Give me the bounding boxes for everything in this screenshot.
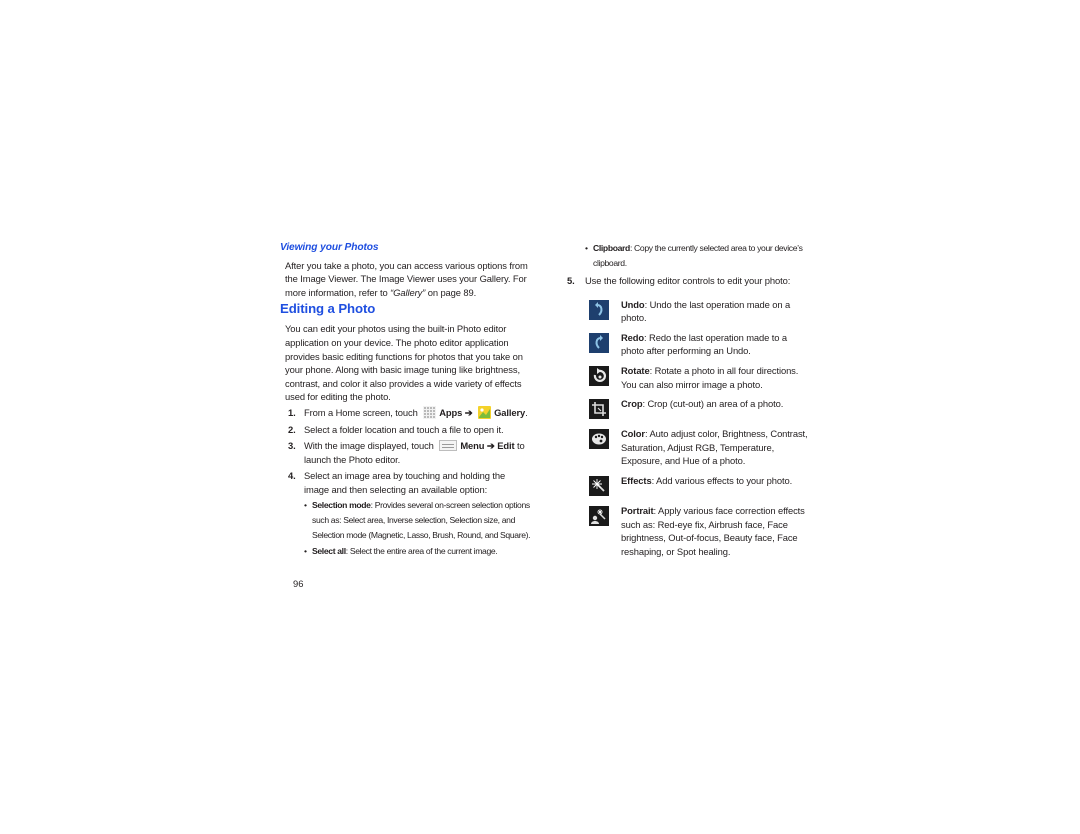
bullet-term: Select all [312,545,346,556]
left-column: Viewing your Photos After you take a pho… [280,241,532,562]
bullet-clipboard: • Clipboard: Copy the currently selected… [585,241,812,271]
step-text: Use the following editor controls to edi… [585,275,791,286]
step-3: 3. With the image displayed, touch Menu … [275,439,532,466]
bullet-term: Selection mode [312,499,371,510]
page-number: 96 [293,578,304,589]
control-term: Undo [621,298,645,310]
control-rotate: Rotate: Rotate a photo in all four direc… [567,364,812,391]
step-number: 1. [288,406,296,418]
control-term: Crop [621,398,643,410]
step-text: Select a folder location and touch a fil… [304,423,504,435]
editor-controls-list: Undo: Undo the last operation made on a … [567,298,812,559]
control-undo: Undo: Undo the last operation made on a … [567,298,812,325]
effects-wand-icon [589,475,609,496]
step-5: 5. Use the following editor controls to … [567,274,812,288]
viewing-suffix: on page 89. [425,286,477,298]
bullet-dot: • [304,499,307,510]
control-term: Rotate [621,364,650,376]
editing-paragraph: You can edit your photos using the built… [285,323,523,403]
apps-grid-icon [423,405,437,419]
step-text: With the image displayed, touch [304,440,434,452]
bullet-dot: • [585,243,588,253]
control-color: Color: Auto adjust color, Brightness, Co… [567,427,812,468]
redo-icon [589,332,609,353]
color-palette-icon [589,429,609,450]
bullet-selection-mode: • Selection mode: Provides several on-sc… [304,498,532,543]
control-term: Redo [621,331,645,343]
step-end: . [525,406,528,418]
portrait-icon [589,505,609,526]
clipboard-bullet-wrap: • Clipboard: Copy the currently selected… [567,241,812,271]
control-portrait: Portrait: Apply various face correction … [567,504,812,558]
step-number: 4. [288,470,296,482]
arrow-icon: ➔ [486,440,495,452]
step-number: 5. [567,275,575,286]
gallery-reference-link[interactable]: “Gallery” [390,287,425,298]
control-term: Portrait [621,504,654,516]
control-desc: : Undo the last operation made on a phot… [621,298,791,324]
step-number: 3. [288,440,296,452]
control-redo: Redo: Redo the last operation made to a … [567,331,812,358]
undo-icon [589,299,609,320]
bullet-dot: • [304,545,307,556]
step-2: 2. Select a folder location and touch a … [275,423,532,437]
step-number: 2. [288,423,296,435]
menu-label: Menu [460,440,485,452]
apps-label: Apps [439,406,463,418]
edit-label: Edit [497,440,515,452]
heading-editing-a-photo: Editing a Photo [280,301,376,317]
menu-icon [439,439,458,452]
right-column: • Clipboard: Copy the currently selected… [567,241,812,564]
step-4: 4. Select an image area by touching and … [275,469,532,558]
step-text: From a Home screen, touch [304,406,418,418]
control-term: Effects [621,474,652,486]
control-desc: : Auto adjust color, Brightness, Contras… [621,428,808,467]
gallery-label: Gallery [494,406,526,418]
bullet-desc: : Select the entire area of the current … [345,545,498,556]
control-desc: : Add various effects to your photo. [651,474,793,486]
control-effects: Effects: Add various effects to your pho… [567,474,812,498]
control-crop: Crop: Crop (cut-out) an area of a photo. [567,397,812,421]
arrow-icon: ➔ [464,406,473,418]
steps-list: 1. From a Home screen, touch Apps ➔ Gall… [280,405,532,559]
rotate-icon [589,365,609,386]
viewing-paragraph: After you take a photo, you can access v… [285,259,532,300]
control-desc: : Redo the last operation made to a phot… [621,331,787,357]
bullet-term: Clipboard [593,243,630,253]
control-term: Color [621,428,645,440]
control-desc: : Crop (cut-out) an area of a photo. [642,398,784,410]
step-1: 1. From a Home screen, touch Apps ➔ Gall… [275,405,532,420]
heading-viewing-your-photos: Viewing your Photos [280,242,379,253]
gallery-icon [478,405,492,419]
bullet-select-all: • Select all: Select the entire area of … [304,544,532,559]
step-text: Select an image area by touching and hol… [304,470,506,495]
crop-icon [589,399,609,420]
option-bullets: • Selection mode: Provides several on-sc… [304,498,532,559]
